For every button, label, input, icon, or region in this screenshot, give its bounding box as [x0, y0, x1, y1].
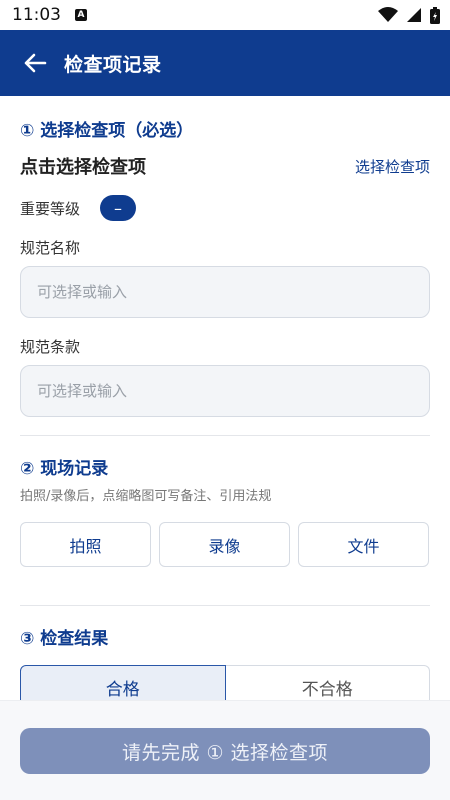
importance-level-badge[interactable]: – [100, 195, 137, 221]
section-site-record-title: ② 现场记录 [20, 459, 109, 479]
cellular-signal-icon [407, 8, 421, 22]
importance-level-row: 重要等级 – [20, 195, 430, 221]
select-item-link[interactable]: 选择检查项 [355, 156, 430, 177]
spec-name-input[interactable] [20, 266, 430, 318]
attach-file-button[interactable]: 文件 [298, 522, 429, 567]
status-time: 11:03 [12, 5, 61, 25]
notification-a-icon: A [75, 9, 87, 21]
bottom-action-bar: 请先完成 ① 选择检查项 [0, 700, 450, 800]
take-photo-button[interactable]: 拍照 [20, 522, 151, 567]
record-video-button[interactable]: 录像 [159, 522, 290, 567]
submit-button[interactable]: 请先完成 ① 选择检查项 [20, 728, 430, 774]
app-bar: 检查项记录 [0, 30, 450, 96]
status-bar: 11:03 A [0, 0, 450, 30]
result-pass-option[interactable]: 合格 [20, 665, 226, 700]
section-result-title: ③ 检查结果 [20, 629, 109, 649]
result-fail-option[interactable]: 不合格 [225, 665, 430, 700]
pick-item-row: 点击选择检查项 选择检查项 [20, 153, 430, 179]
pick-item-title[interactable]: 点击选择检查项 [20, 153, 146, 179]
spec-name-label: 规范名称 [20, 239, 81, 257]
site-record-hint: 拍照/录像后，点缩略图可写备注、引用法规 [20, 489, 272, 504]
spec-clause-input[interactable] [20, 365, 430, 417]
battery-icon [430, 6, 440, 24]
main-content: ① 选择检查项（必选） 点击选择检查项 选择检查项 重要等级 – 规范名称 规范… [0, 96, 450, 700]
record-buttons: 拍照 录像 文件 [20, 522, 430, 567]
wifi-icon [378, 7, 398, 22]
result-segmented-control: 合格 不合格 [20, 665, 430, 700]
page-title: 检查项记录 [64, 53, 162, 76]
status-icons [378, 6, 440, 24]
importance-level-label: 重要等级 [20, 199, 81, 218]
section-select-item-title: ① 选择检查项（必选） [20, 121, 194, 141]
spec-clause-label: 规范条款 [20, 338, 81, 356]
back-arrow-icon[interactable] [22, 50, 48, 76]
